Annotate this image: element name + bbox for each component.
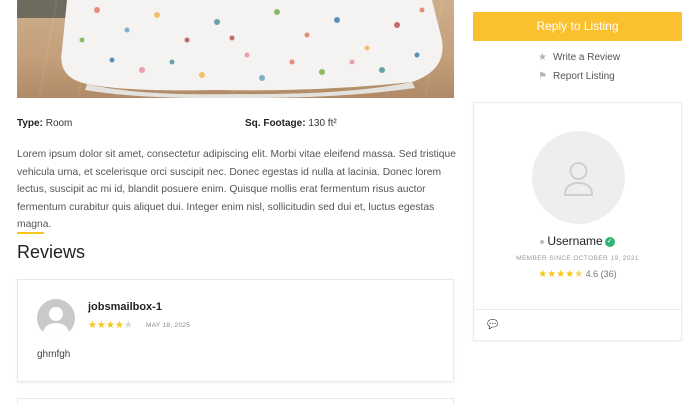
detail-type: Type: Room	[17, 118, 72, 129]
member-since: MEMBER SINCE OCTOBER 19, 2021	[516, 255, 639, 262]
review-card-next	[17, 398, 454, 405]
owner-avatar[interactable]	[532, 131, 625, 224]
rating-value: 4.6	[585, 269, 599, 279]
write-review-link[interactable]: ★ Write a Review	[538, 52, 620, 63]
reviewer-name[interactable]: jobsmailbox-1	[88, 301, 162, 313]
report-listing-label: Report Listing	[553, 71, 615, 82]
user-outline-icon	[563, 162, 594, 196]
star-icon: ★	[105, 320, 115, 331]
review-text: ghmfgh	[37, 349, 71, 360]
user-silhouette-icon	[42, 307, 70, 337]
review-card: jobsmailbox-1 ★★★★★ MAY 18, 2025 ghmfgh	[17, 279, 454, 382]
chat-icon[interactable]: 💬	[487, 319, 498, 330]
flag-icon: ⚑	[538, 71, 547, 82]
owner-username[interactable]: Username	[547, 234, 602, 248]
detail-type-label: Type:	[17, 118, 43, 129]
star-icon: ★	[96, 320, 106, 331]
review-rating-stars: ★★★★★	[88, 320, 133, 331]
verified-icon: ✓	[604, 236, 615, 247]
star-empty-icon: ★	[123, 320, 133, 331]
detail-type-value: Room	[42, 118, 73, 129]
card-divider	[474, 309, 681, 310]
detail-sqft: Sq. Footage: 130 ft²	[245, 118, 337, 129]
listing-image[interactable]	[17, 0, 454, 98]
reviews-heading: Reviews	[17, 242, 86, 262]
detail-sqft-label: Sq. Footage:	[245, 118, 306, 129]
section-accent-line	[17, 232, 44, 234]
write-review-label: Write a Review	[553, 52, 621, 63]
pillow-illustration	[61, 0, 443, 98]
star-half-icon: ★	[574, 269, 584, 280]
owner-profile-card: Username ✓ MEMBER SINCE OCTOBER 19, 2021 …	[473, 102, 682, 341]
reply-to-listing-button[interactable]: Reply to Listing	[473, 12, 682, 41]
owner-rating: ★★★★★ 4.6 (36)	[474, 269, 681, 280]
star-icon: ★	[114, 320, 124, 331]
star-icon: ★★★★	[538, 269, 575, 280]
review-date: MAY 18, 2025	[146, 322, 191, 329]
report-listing-link[interactable]: ⚑ Report Listing	[538, 71, 615, 82]
owner-username-row: Username ✓	[474, 234, 681, 248]
listing-description: Lorem ipsum dolor sit amet, consectetur …	[17, 149, 456, 230]
detail-sqft-value: 130 ft²	[305, 118, 337, 129]
reviewer-avatar[interactable]	[37, 299, 75, 337]
star-icon: ★	[538, 52, 547, 63]
rating-count: (36)	[600, 269, 617, 279]
star-icon: ★	[88, 320, 97, 331]
status-dot	[540, 239, 545, 244]
